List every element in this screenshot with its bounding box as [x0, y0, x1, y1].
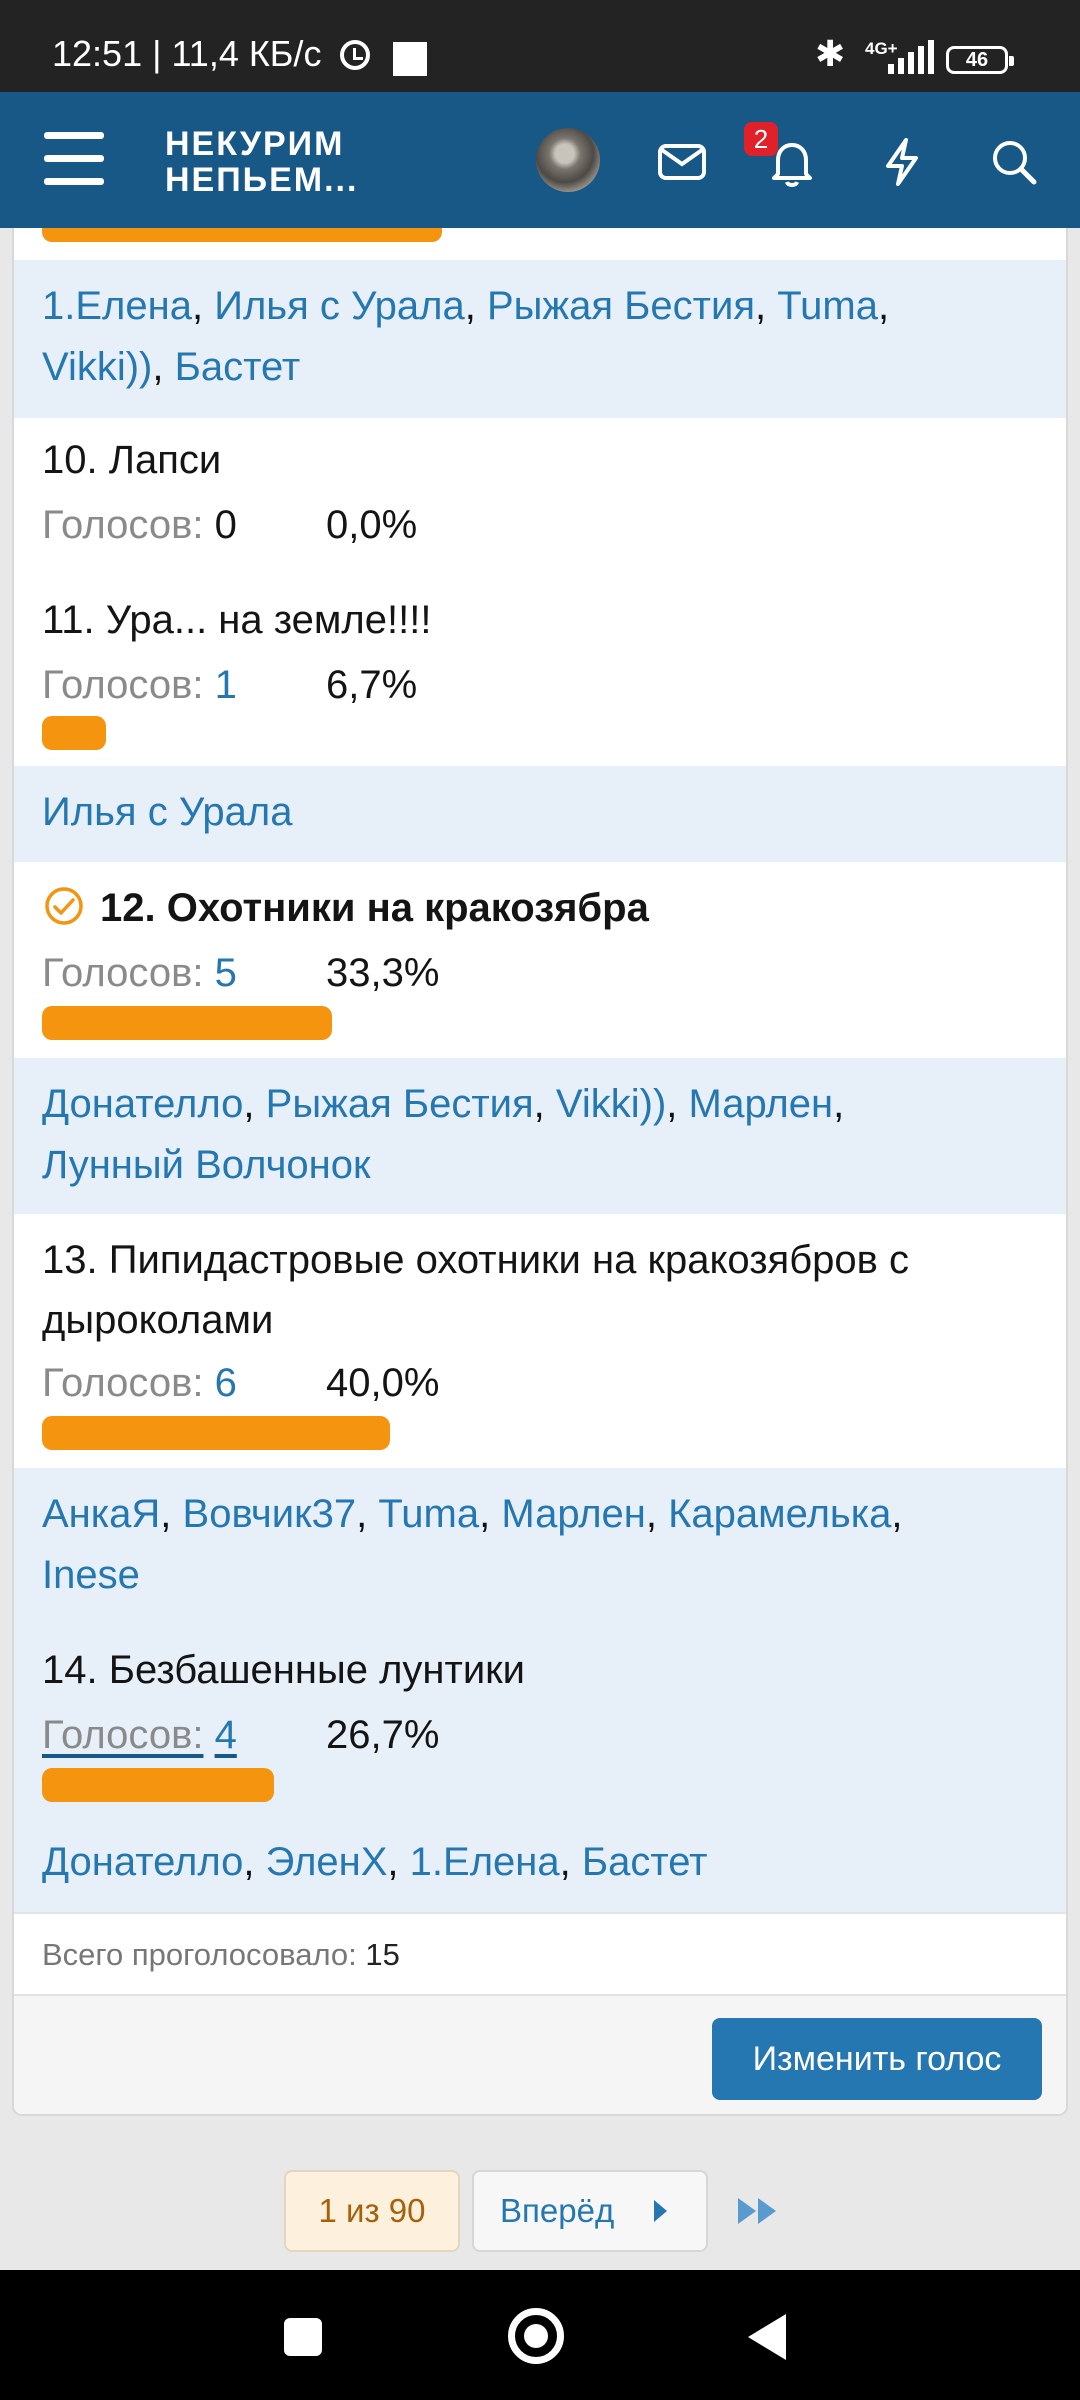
recent-apps-button[interactable]	[284, 2318, 322, 2356]
votes-number-link[interactable]: 6	[215, 1361, 237, 1405]
voter-link[interactable]: Tuma	[777, 284, 878, 328]
vote-bar	[42, 228, 442, 242]
voter-link[interactable]: Бастет	[175, 345, 301, 389]
alarm-icon	[340, 40, 370, 70]
voter-link[interactable]: Рыжая Бестия	[487, 284, 755, 328]
site-logo[interactable]: НЕКУРИМ НЕПЬЕМ...	[165, 126, 358, 198]
status-bar: 12:51 | 11,4 КБ/с ✱ 4G+ 46	[0, 0, 1080, 92]
vote-count: Голосов: 6 40,0%	[42, 1358, 439, 1408]
status-time: 12:51 | 11,4 КБ/с	[52, 33, 322, 74]
vote-percent: 0,0%	[326, 503, 418, 547]
total-votes: Всего проголосовало: 15	[14, 1912, 1066, 1996]
voter-link[interactable]: 1.Елена	[410, 1840, 560, 1884]
poll-footer: Изменить голос	[14, 1996, 1066, 2114]
app-header: НЕКУРИМ НЕПЬЕМ... 2	[0, 92, 1080, 228]
option-title-line-2: дыроколами	[42, 1298, 274, 1342]
voter-link[interactable]: Рыжая Бестия	[266, 1082, 534, 1126]
voter-link[interactable]: Inese	[42, 1553, 140, 1597]
avatar[interactable]	[536, 128, 600, 192]
voter-link[interactable]: Бастет	[582, 1840, 708, 1884]
page-indicator[interactable]: 1 из 90	[284, 2170, 460, 2252]
change-vote-button[interactable]: Изменить голос	[712, 2018, 1042, 2100]
logo-line-1: НЕКУРИМ	[165, 125, 345, 163]
option-title-selected: 12. Охотники на кракозябра	[100, 886, 649, 930]
option-title: 14. Безбашенные лунтики	[42, 1648, 526, 1692]
vote-count: Голосов: 4 26,7%	[42, 1710, 439, 1760]
bluetooth-icon: ✱	[815, 33, 846, 74]
menu-icon[interactable]	[44, 132, 104, 186]
signal-icon	[888, 40, 934, 74]
voters-list: 1.Елена, Илья с Урала, Рыжая Бестия, Tum…	[14, 260, 1066, 418]
notification-icon	[393, 42, 427, 76]
next-page-label: Вперёд	[500, 2192, 615, 2229]
back-button[interactable]	[748, 2314, 786, 2360]
voter-link[interactable]: Vikki))	[42, 345, 152, 389]
option-title-line-1: 13. Пипидастровые охотники на кракозябро…	[42, 1238, 909, 1282]
vote-percent: 33,3%	[326, 951, 440, 995]
voter-link[interactable]: Илья с Урала	[42, 790, 293, 834]
logo-line-2: НЕПЬЕМ...	[165, 161, 359, 199]
voter-link[interactable]: АнкаЯ	[42, 1492, 160, 1536]
voter-link[interactable]: Илья с Урала	[214, 284, 465, 328]
next-page-button[interactable]: Вперёд	[472, 2170, 708, 2252]
voter-link[interactable]: Донателло	[42, 1840, 243, 1884]
voter-link[interactable]: Tuma	[378, 1492, 479, 1536]
check-circle-icon	[45, 887, 83, 925]
voter-link[interactable]: Вовчик37	[183, 1492, 357, 1536]
votes-number-link[interactable]: 1	[215, 663, 237, 707]
voter-link[interactable]: 1.Елена	[42, 284, 192, 328]
vote-bar	[42, 1416, 390, 1450]
voters-list: Илья с Урала	[14, 766, 1066, 862]
voter-link[interactable]: Марлен	[501, 1492, 646, 1536]
voter-link[interactable]: Карамелька	[668, 1492, 891, 1536]
chevron-right-icon	[654, 2200, 667, 2222]
vote-count: Голосов: 5 33,3%	[42, 948, 439, 998]
voters-list: Донателло, Рыжая Бестия, Vikki)), Марлен…	[14, 1058, 1066, 1214]
voter-link[interactable]: Марлен	[689, 1082, 834, 1126]
home-button[interactable]	[508, 2308, 564, 2364]
votes-label: Голосов:	[42, 1713, 204, 1757]
votes-number-link[interactable]: 5	[215, 951, 237, 995]
battery-icon: 46	[946, 46, 1014, 74]
option-title: 13. Пипидастровые охотники на кракозябро…	[42, 1230, 909, 1350]
voters-list: Донателло, ЭленХ, 1.Елена, Бастет	[42, 1840, 708, 1884]
votes-label: Голосов:	[42, 503, 204, 547]
votes-label: Голосов:	[42, 663, 204, 707]
option-title: 11. Ура... на земле!!!!	[42, 598, 432, 642]
voter-link[interactable]: Лунный Волчонок	[42, 1143, 371, 1187]
system-nav-bar	[0, 2270, 1080, 2400]
vote-bar	[42, 1768, 274, 1802]
total-count: 15	[365, 1937, 400, 1972]
voter-link[interactable]: ЭленХ	[266, 1840, 388, 1884]
poll-results-card: 1.Елена, Илья с Урала, Рыжая Бестия, Tum…	[12, 228, 1068, 2116]
lightning-icon[interactable]	[874, 134, 930, 190]
votes-label: Голосов:	[42, 951, 204, 995]
vote-bar	[42, 716, 106, 750]
vote-percent: 26,7%	[326, 1713, 440, 1757]
mail-icon[interactable]	[654, 134, 710, 190]
total-label: Всего проголосовало:	[42, 1937, 357, 1972]
votes-number: 0	[214, 503, 237, 547]
voter-link[interactable]: Vikki))	[556, 1082, 666, 1126]
vote-bar	[42, 1006, 332, 1040]
vote-count: Голосов: 1 6,7%	[42, 660, 417, 710]
last-page-icon[interactable]	[736, 2196, 780, 2226]
option-title: 10. Лапси	[42, 438, 222, 482]
vote-count: Голосов: 0 0,0%	[42, 500, 417, 550]
votes-label: Голосов:	[42, 1361, 204, 1405]
vote-percent: 6,7%	[326, 663, 418, 707]
notification-badge: 2	[744, 122, 778, 156]
voter-link[interactable]: Донателло	[42, 1082, 243, 1126]
vote-percent: 40,0%	[326, 1361, 440, 1405]
votes-number-link[interactable]: 4	[215, 1713, 237, 1757]
search-icon[interactable]	[986, 134, 1042, 190]
